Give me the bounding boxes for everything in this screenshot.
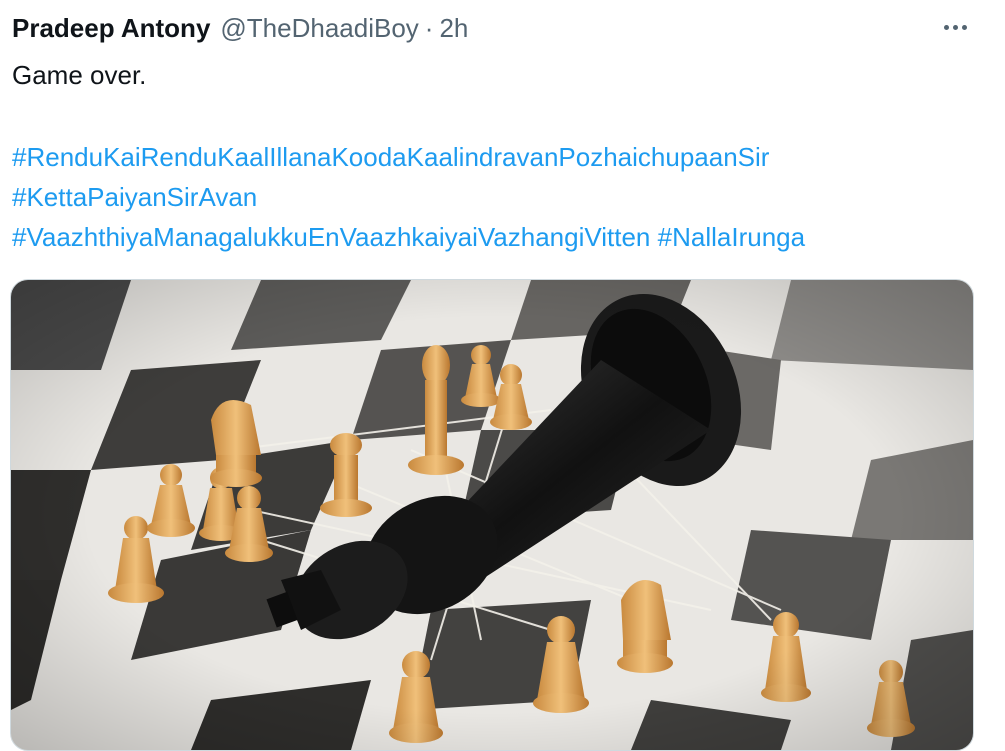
hashtag-link[interactable]: #KettaPaiyanSirAvan — [12, 182, 257, 212]
tweet-header: Pradeep Antony @TheDhaadiBoy · 2h — [12, 10, 468, 46]
hashtag-link[interactable]: #VaazhthiyaManagalukkuEnVaazhkaiyaiVazha… — [12, 222, 650, 252]
hashtag-link[interactable]: #NallaIrunga — [658, 222, 805, 252]
tweet[interactable]: Pradeep Antony @TheDhaadiBoy · 2h Game o… — [0, 0, 1005, 751]
hashtag-link[interactable]: #RenduKaiRenduKaalIllanaKoodaKaalindrava… — [12, 142, 769, 172]
timestamp[interactable]: 2h — [439, 13, 468, 44]
tweet-media[interactable] — [10, 279, 974, 751]
author-name[interactable]: Pradeep Antony — [12, 13, 210, 44]
more-horizontal-icon — [942, 17, 969, 35]
hashtag-block: #RenduKaiRenduKaalIllanaKoodaKaalindrava… — [12, 137, 805, 257]
author-handle[interactable]: @TheDhaadiBoy — [220, 13, 418, 44]
tweet-text: Game over. — [12, 60, 147, 90]
chess-image — [11, 280, 973, 750]
separator-dot: · — [424, 12, 434, 43]
more-options-button[interactable] — [933, 8, 977, 44]
